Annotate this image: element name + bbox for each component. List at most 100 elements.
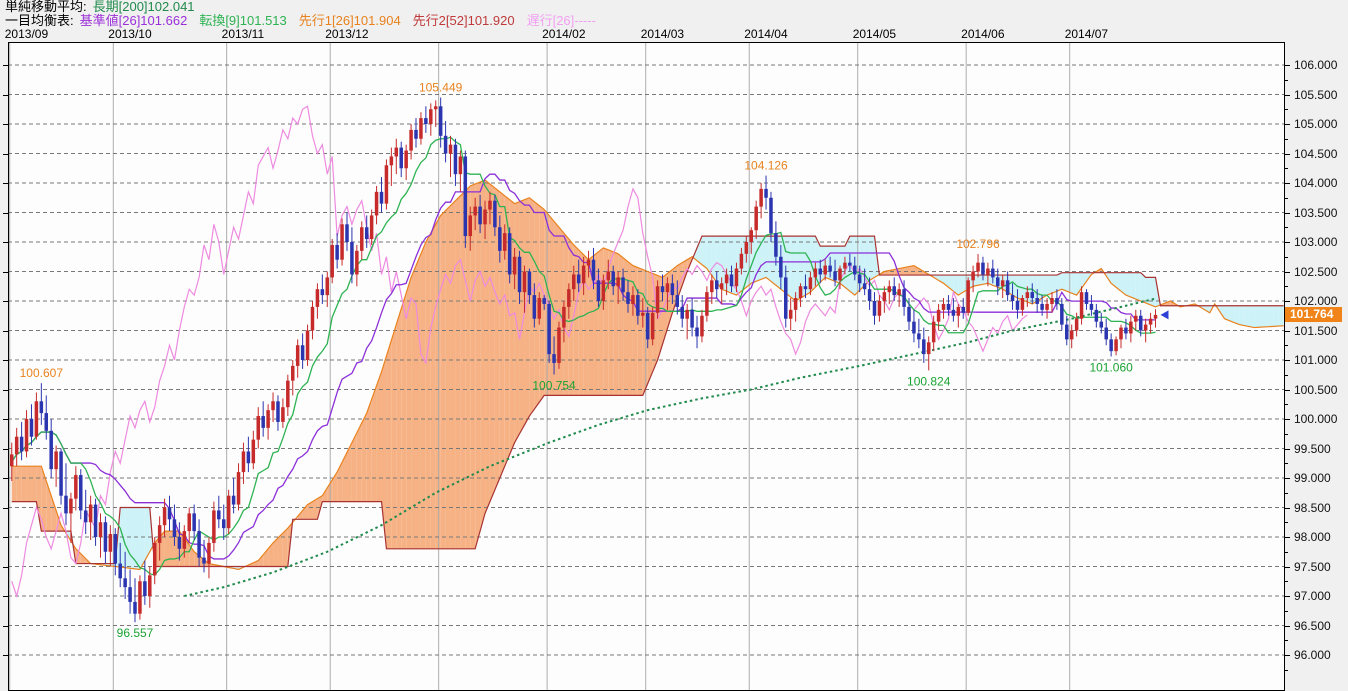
candle-body	[853, 266, 857, 275]
date-label: 2014/07	[1065, 27, 1108, 41]
candle-body	[631, 295, 635, 304]
candle-body	[271, 401, 275, 410]
chikou-readout: 遅行[26]-----	[527, 13, 596, 28]
candle-body	[454, 145, 458, 175]
candle-body	[488, 201, 492, 210]
price-label: 102.000	[1294, 294, 1337, 308]
price-tick	[1285, 242, 1290, 243]
candle-body	[592, 260, 596, 281]
ichimoku-header-line: 一目均衡表:基準値[26]101.662転換[9]101.513先行1[26]1…	[5, 14, 608, 28]
candle-body	[395, 148, 399, 157]
candle-body	[518, 257, 522, 292]
price-tick	[1285, 670, 1288, 671]
price-tick	[1285, 390, 1290, 391]
candle-body	[838, 269, 842, 281]
candle-body	[700, 316, 704, 337]
left-price-tick	[3, 65, 8, 66]
candle-body	[1139, 316, 1143, 331]
senkou1-readout: 先行1[26]101.904	[299, 13, 401, 28]
candle-body	[123, 578, 127, 587]
candle-body	[878, 301, 882, 316]
candle-body	[25, 419, 29, 451]
left-price-tick	[3, 449, 8, 450]
candle-body	[1055, 298, 1059, 304]
price-label: 102.500	[1294, 265, 1337, 279]
indicator-header: 単純移動平均:長期[200]102.041 一目均衡表:基準値[26]101.6…	[5, 0, 608, 28]
candle-body	[311, 307, 315, 331]
price-label: 97.000	[1294, 589, 1331, 603]
candle-body	[676, 295, 680, 307]
candle-body	[227, 496, 231, 528]
ichimoku-cloud	[12, 180, 1284, 569]
candle-body	[473, 207, 477, 216]
candle-body	[587, 260, 591, 266]
candle-body	[764, 189, 768, 198]
candle-body	[301, 345, 305, 360]
candle-body	[730, 274, 734, 286]
candle-body	[1109, 339, 1113, 351]
candle-body	[1026, 292, 1030, 298]
chart-plot[interactable]: 100.60796.557105.449100.754104.126100.82…	[8, 42, 1285, 691]
price-label: 100.000	[1294, 412, 1337, 426]
candle-body	[695, 328, 699, 337]
left-price-tick	[3, 124, 8, 125]
candle-body	[745, 242, 749, 254]
candle-body	[602, 280, 606, 301]
price-tick	[1285, 655, 1290, 656]
price-axis: 106.000105.500105.000104.500104.000103.5…	[1285, 42, 1348, 691]
price-tick	[1285, 80, 1288, 81]
candle-body	[902, 289, 906, 307]
price-tick	[1285, 375, 1288, 376]
candle-body	[1144, 325, 1148, 331]
date-label: 2014/06	[961, 27, 1004, 41]
candle-body	[740, 254, 744, 269]
candle-body	[232, 496, 236, 505]
candle-body	[404, 151, 408, 169]
candle-body	[1011, 295, 1015, 301]
candle-body	[503, 233, 507, 251]
candle-body	[646, 313, 650, 340]
date-label: 2014/02	[542, 27, 585, 41]
candle-body	[399, 148, 403, 169]
date-label: 2013/12	[325, 27, 368, 41]
candle-body	[912, 322, 916, 334]
price-annotation: 96.557	[117, 626, 154, 640]
price-label: 101.000	[1294, 353, 1337, 367]
candle-body	[217, 510, 221, 519]
candle-body	[597, 280, 601, 301]
price-label: 103.000	[1294, 235, 1337, 249]
date-label: 2013/09	[5, 27, 48, 41]
candle-body	[1114, 339, 1118, 351]
candle-body	[459, 156, 463, 174]
left-price-tick	[3, 331, 8, 332]
candle-body	[626, 292, 630, 304]
candle-body	[439, 106, 443, 136]
left-price-tick	[3, 419, 8, 420]
candle-body	[370, 215, 374, 239]
price-tick	[1285, 286, 1288, 287]
candle-body	[616, 277, 620, 286]
candle-body	[498, 227, 502, 251]
candle-body	[1006, 280, 1010, 295]
candle-body	[542, 298, 546, 304]
candle-body	[84, 510, 88, 522]
candle-body	[690, 310, 694, 328]
sma-header-line: 単純移動平均:長期[200]102.041	[5, 0, 608, 14]
candle-body	[971, 272, 975, 281]
price-tick	[1285, 493, 1288, 494]
candle-body	[799, 286, 803, 298]
price-tick	[1285, 139, 1288, 140]
kijun-readout: 基準値[26]101.662	[80, 13, 188, 28]
candle-body	[750, 230, 754, 242]
candle-body	[784, 277, 788, 318]
candle-body	[883, 292, 887, 301]
price-tick	[1285, 168, 1288, 169]
candle-body	[966, 280, 970, 312]
price-tick	[1285, 345, 1288, 346]
candle-body	[261, 416, 265, 428]
candle-body	[69, 499, 73, 514]
candle-body	[567, 289, 571, 307]
ichimoku-header-values: 基準値[26]101.662転換[9]101.513先行1[26]101.904…	[80, 13, 608, 28]
price-tick	[1285, 272, 1290, 273]
candle-body	[809, 277, 813, 289]
